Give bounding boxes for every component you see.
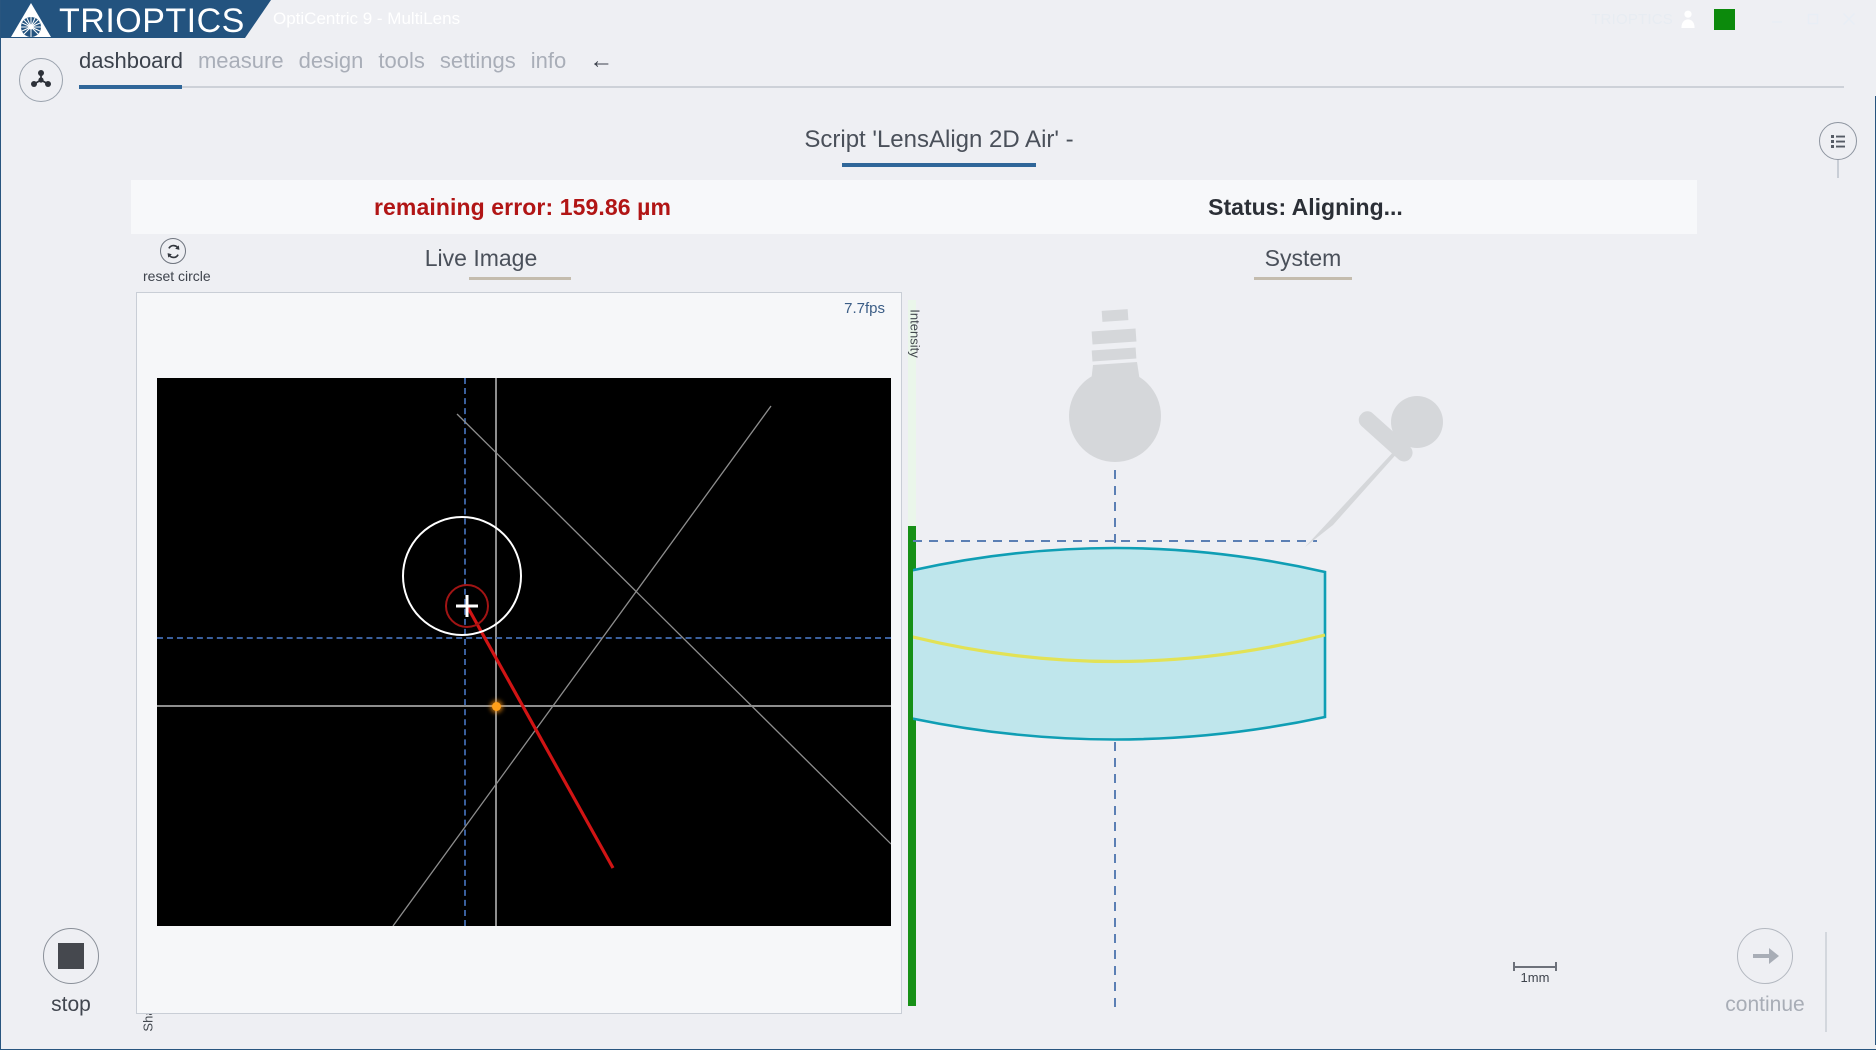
microscope-probe-icon bbox=[1305, 396, 1443, 547]
error-vector-line bbox=[467, 606, 613, 868]
arrow-right-icon bbox=[1749, 944, 1781, 968]
bottom-edge bbox=[2, 1045, 1876, 1049]
person-icon[interactable] bbox=[1678, 9, 1698, 29]
nav-item-dashboard[interactable]: dashboard bbox=[79, 47, 183, 75]
nav-item-measure[interactable]: measure bbox=[198, 47, 284, 75]
system-panel[interactable] bbox=[913, 292, 1833, 1014]
status-strip: remaining error: 159.86 µm Status: Align… bbox=[131, 180, 1697, 234]
continue-button-circle bbox=[1737, 928, 1793, 984]
system-schematic bbox=[913, 292, 1833, 1014]
live-image-panel-title: Live Image bbox=[331, 245, 631, 272]
stop-square-icon bbox=[58, 943, 84, 969]
app-title: OptiCentric 9 - MultiLens bbox=[273, 9, 460, 29]
camera-view[interactable] bbox=[157, 378, 891, 926]
title-bar: TRIOPTICS OptiCentric 9 - MultiLens TRIO… bbox=[1, 0, 1876, 38]
back-arrow-icon[interactable]: ← bbox=[589, 47, 613, 75]
list-icon bbox=[1828, 131, 1848, 151]
nav-item-design[interactable]: design bbox=[299, 47, 364, 75]
live-image-title-underline bbox=[469, 277, 571, 280]
measurement-spot-marker bbox=[492, 702, 501, 711]
scale-bar-line bbox=[1513, 962, 1557, 971]
center-crosshair-marker bbox=[456, 595, 478, 617]
brand-name: TRIOPTICS bbox=[59, 2, 245, 38]
alignment-status-text: Status: Aligning... bbox=[1208, 194, 1403, 221]
minimize-button[interactable] bbox=[1759, 0, 1795, 38]
scale-bar-label: 1mm bbox=[1513, 971, 1557, 985]
remaining-error-container: remaining error: 159.86 µm bbox=[131, 180, 914, 234]
alignment-status-container: Status: Aligning... bbox=[914, 180, 1697, 234]
stop-button[interactable]: stop bbox=[11, 928, 131, 1017]
lens-element bbox=[913, 548, 1325, 740]
current-user-label: TRIOPTICS bbox=[1591, 11, 1673, 28]
script-title: Script 'LensAlign 2D Air' - bbox=[1, 126, 1876, 154]
fps-readout: 7.7fps bbox=[844, 300, 885, 317]
system-panel-title: System bbox=[1153, 245, 1453, 272]
nav-item-info[interactable]: info bbox=[531, 47, 566, 75]
reset-circle-button[interactable]: reset circle bbox=[143, 238, 203, 284]
brand-logo: TRIOPTICS bbox=[9, 1, 245, 38]
live-image-panel[interactable]: 7.7fps bbox=[136, 292, 902, 1014]
script-steps-button[interactable] bbox=[1819, 122, 1857, 160]
stop-button-label: stop bbox=[11, 993, 131, 1017]
scale-bar: 1mm bbox=[1513, 962, 1557, 985]
nav-item-settings[interactable]: settings bbox=[440, 47, 516, 75]
application-window: TRIOPTICS OptiCentric 9 - MultiLens TRIO… bbox=[0, 0, 1876, 1050]
stop-button-circle bbox=[43, 928, 99, 984]
maximize-button[interactable] bbox=[1795, 0, 1831, 38]
close-button[interactable] bbox=[1831, 0, 1867, 38]
continue-button-label: continue bbox=[1705, 993, 1825, 1017]
system-title-underline bbox=[1254, 277, 1352, 280]
reticle-diagonals bbox=[157, 378, 891, 926]
remaining-error-text: remaining error: 159.86 µm bbox=[374, 194, 671, 221]
main-navigation: dashboard measure design tools settings … bbox=[79, 47, 613, 75]
reset-circle-label: reset circle bbox=[143, 268, 203, 284]
menu-bottom-rule bbox=[182, 86, 1844, 88]
titlebar-controls: TRIOPTICS bbox=[1591, 0, 1867, 38]
footer-divider bbox=[1825, 932, 1827, 1032]
list-button-stem bbox=[1837, 160, 1839, 178]
active-tab-underline bbox=[79, 85, 182, 89]
trioptics-logo-icon bbox=[9, 1, 53, 38]
status-indicator-square bbox=[1714, 9, 1735, 30]
script-title-underline bbox=[842, 163, 1036, 167]
app-menu-button[interactable] bbox=[19, 58, 63, 102]
lightbulb-icon bbox=[1069, 309, 1161, 462]
continue-button[interactable]: continue bbox=[1705, 928, 1825, 1017]
nav-item-tools[interactable]: tools bbox=[378, 47, 424, 75]
refresh-icon bbox=[160, 238, 186, 264]
molecule-icon bbox=[28, 67, 54, 93]
